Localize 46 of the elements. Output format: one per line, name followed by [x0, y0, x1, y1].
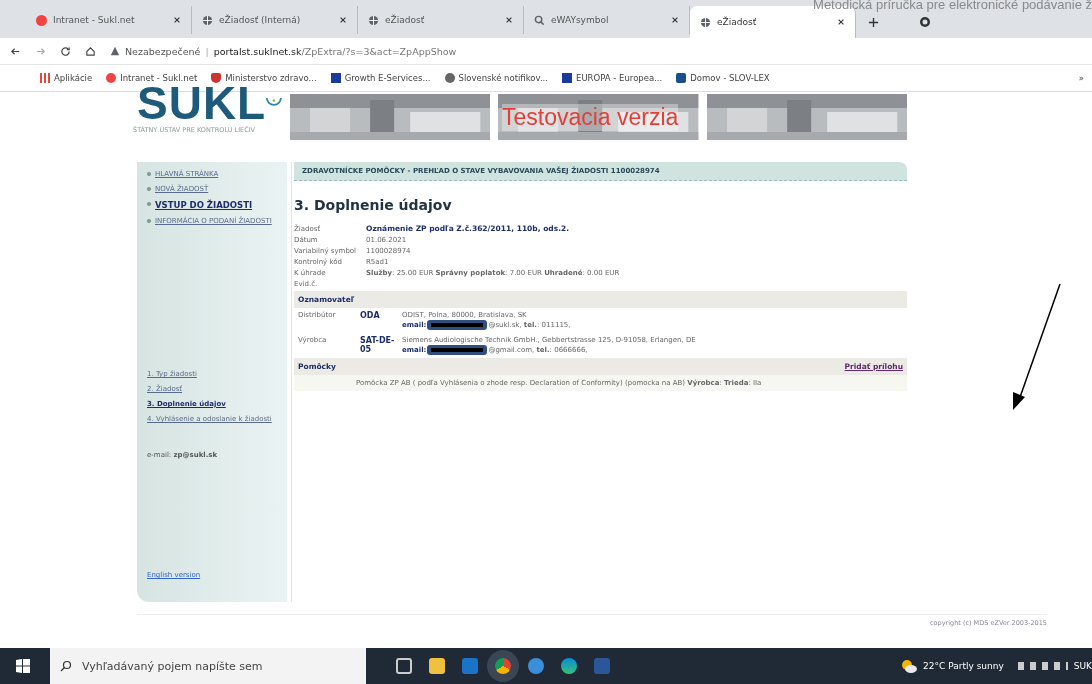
bookmark[interactable]: Growth E-Services... [330, 73, 431, 83]
weather-icon [901, 659, 918, 673]
task-view-icon[interactable] [396, 658, 412, 674]
windows-start-icon[interactable] [16, 659, 30, 673]
browser-tab[interactable]: eŽiadosť (Interná) [192, 6, 358, 34]
logo-wordmark: SUKL [137, 80, 267, 126]
weather-text[interactable]: 22°C Partly sunny [923, 661, 1004, 671]
search-icon [534, 14, 545, 26]
redaction-bar [427, 320, 488, 330]
close-icon[interactable] [837, 18, 845, 26]
bookmark[interactable]: Aplikácie [10, 73, 93, 83]
company-code: SAT-DE-05 [360, 336, 396, 355]
company-code: ODA [360, 311, 381, 322]
profile-icon[interactable] [919, 16, 931, 28]
search-icon [60, 660, 72, 672]
globe-icon [700, 16, 711, 28]
address-field[interactable]: Nezabezpečené | portalst.suklnet.sk/ZpExtra/?s=3&act=ZpAppShow [110, 45, 457, 57]
close-icon[interactable] [505, 16, 513, 24]
site-icon [36, 14, 47, 26]
redaction-bar [427, 345, 488, 355]
bookmark[interactable]: EUROPA - Europea... [562, 73, 663, 83]
taskbar-search-field[interactable]: Vyhľadávaný pojem napíšte sem [80, 658, 364, 674]
browser-icon[interactable] [561, 658, 577, 674]
bookmark[interactable]: Ministerstvo zdravo... [211, 73, 317, 83]
page-title: 3. Doplnenie údajov [294, 197, 453, 213]
bookmark[interactable]: Domov - SLOV-LEX [676, 73, 770, 83]
bookmark[interactable]: Intranet - Sukl.net [106, 73, 198, 83]
close-icon[interactable] [173, 16, 181, 24]
bookmark[interactable]: Slovenské notifikov... [444, 73, 548, 83]
taskbar-search-box[interactable]: Vyhľadávaný pojem napíšte sem [50, 648, 366, 684]
globe-icon [368, 14, 379, 26]
reload-icon[interactable] [60, 45, 71, 57]
warning-icon [110, 46, 120, 56]
new-tab-icon[interactable] [868, 17, 879, 28]
system-tray-icons[interactable] [1017, 662, 1068, 670]
close-icon[interactable] [671, 16, 679, 24]
banner-label: Testovacia verzia [502, 104, 679, 131]
browser-tab[interactable]: Intranet - Sukl.net [26, 6, 192, 34]
home-icon[interactable] [85, 45, 96, 57]
bookmarks-more[interactable]: » [1078, 73, 1084, 83]
globe-icon [202, 14, 213, 26]
menu-link[interactable]: VSTUP DO ŽIADOSTI [147, 200, 281, 210]
close-icon[interactable] [339, 16, 347, 24]
browser-tab[interactable]: eŽiadosť [358, 6, 524, 34]
tray-text: SUK [1073, 661, 1092, 671]
browser-icon[interactable] [528, 658, 544, 674]
